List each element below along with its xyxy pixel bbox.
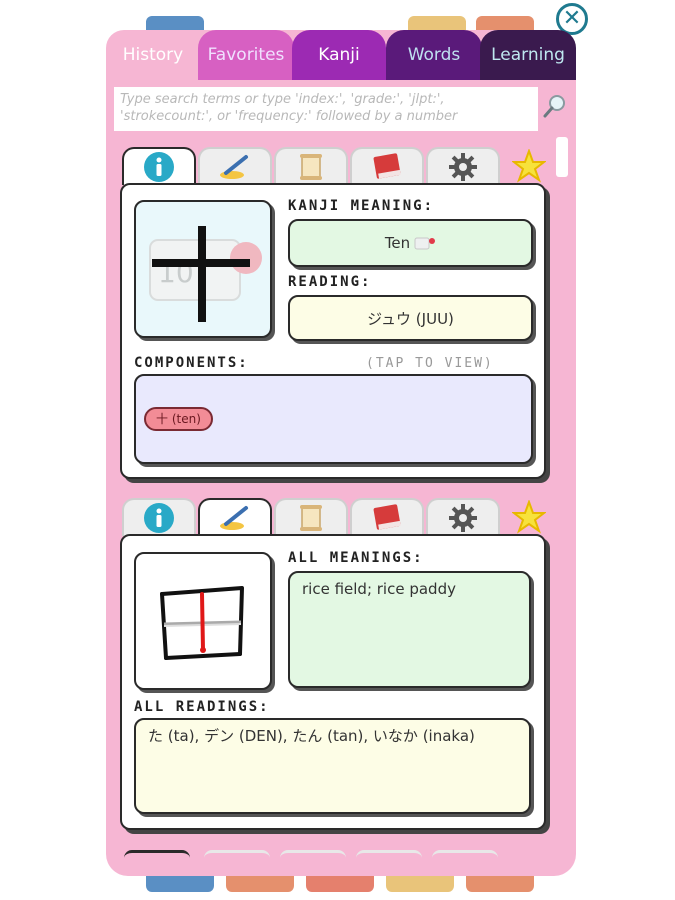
ten-emoji-icon	[414, 237, 436, 250]
kanji-stroke-image[interactable]: 10	[134, 200, 272, 338]
kanji-meaning-value: Ten	[384, 234, 411, 252]
reading-label: Reading:	[288, 274, 372, 290]
info-icon	[144, 152, 174, 182]
gear-icon	[449, 153, 477, 181]
kanji-meaning-label: Kanji Meaning:	[288, 198, 435, 214]
card2-tab-settings[interactable]	[426, 498, 500, 536]
tab-favorites[interactable]: Favorites	[198, 30, 294, 80]
card1-tab-info[interactable]	[122, 147, 196, 185]
card1-tab-settings[interactable]	[426, 147, 500, 185]
card1-tab-stroke[interactable]	[198, 147, 272, 185]
kanji-meaning-field: Ten	[288, 219, 533, 267]
components-hint: (Tap to view)	[366, 356, 494, 371]
gear-icon	[449, 504, 477, 532]
reading-value: ジュウ (JUU)	[367, 309, 454, 328]
tab-words[interactable]: Words	[386, 30, 482, 80]
favorite-star-icon[interactable]	[512, 149, 546, 183]
all-readings-label: All Readings:	[134, 699, 270, 715]
scroll-icon	[300, 505, 322, 531]
bottom-card-tab[interactable]	[432, 850, 498, 860]
components-label: Components:	[134, 355, 249, 371]
scrollbar[interactable]	[556, 137, 568, 177]
stroke-order-image[interactable]	[134, 552, 272, 690]
all-readings-value: た (ta), デン (DEN), たん (tan), いなか (inaka)	[148, 727, 475, 745]
tab-history[interactable]: History	[106, 30, 200, 80]
book-icon	[373, 153, 401, 179]
info-icon	[144, 503, 174, 533]
component-chip[interactable]: 十 (ten)	[144, 407, 213, 431]
tab-learning[interactable]: Learning	[480, 30, 576, 80]
search-input[interactable]: Type search terms or type 'index:', 'gra…	[114, 87, 538, 131]
reading-field: ジュウ (JUU)	[288, 295, 533, 341]
card2-tab-scroll[interactable]	[274, 498, 348, 536]
all-readings-field: た (ta), デン (DEN), たん (tan), いなか (inaka)	[134, 718, 531, 814]
favorite-star-icon[interactable]	[512, 500, 546, 534]
card2-tab-stroke[interactable]	[198, 498, 272, 536]
kanji-ta-stroke-illustration	[160, 586, 244, 660]
bottom-card-tab[interactable]	[280, 850, 346, 860]
all-meanings-value: rice field; rice paddy	[302, 580, 456, 598]
all-meanings-label: All Meanings:	[288, 550, 424, 566]
card2-tab-dictionary[interactable]	[350, 498, 424, 536]
brush-icon	[220, 155, 248, 179]
book-icon	[373, 504, 401, 530]
tab-kanji[interactable]: Kanji	[292, 30, 386, 80]
kanji-ten-illustration: 10	[149, 226, 262, 322]
card1-tab-scroll[interactable]	[274, 147, 348, 185]
bottom-card-tab[interactable]	[124, 850, 190, 860]
brush-icon	[220, 506, 248, 530]
card1-tab-dictionary[interactable]	[350, 147, 424, 185]
scroll-icon	[300, 154, 322, 180]
card2-tab-info[interactable]	[122, 498, 196, 536]
magnifier-icon[interactable]	[542, 93, 568, 119]
bottom-card-tab[interactable]	[356, 850, 422, 860]
all-meanings-field: rice field; rice paddy	[288, 571, 531, 688]
bottom-card-tab[interactable]	[204, 850, 270, 860]
